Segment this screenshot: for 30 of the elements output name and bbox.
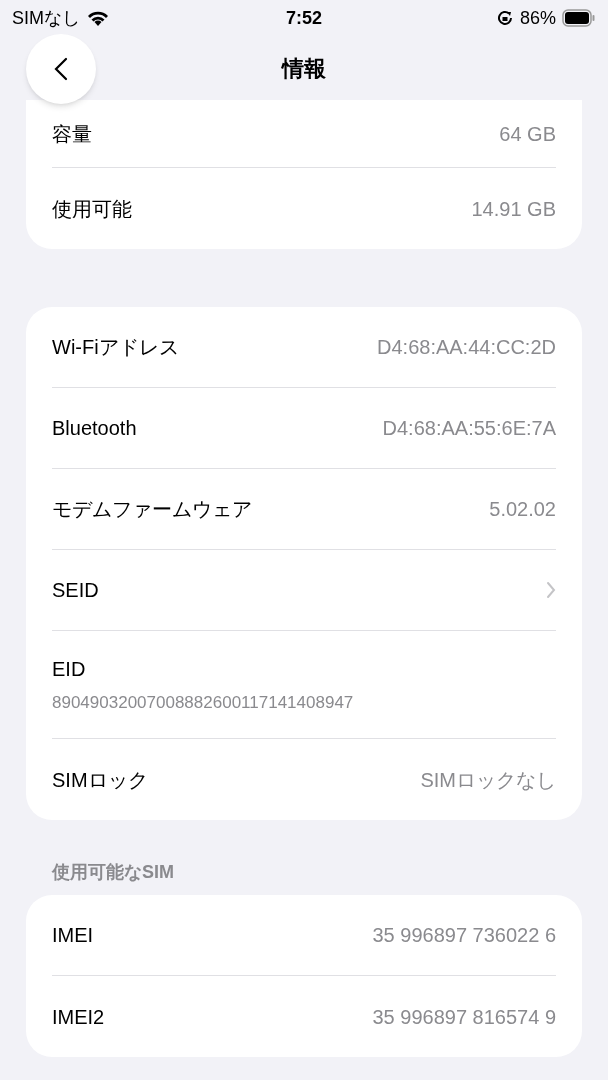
chevron-icon — [546, 581, 556, 599]
carrier-text: SIMなし — [12, 6, 80, 30]
row-label: EID — [52, 656, 87, 682]
back-icon — [54, 57, 68, 81]
row-label: Bluetooth — [52, 416, 137, 441]
row-value: 14.91 GB — [471, 196, 556, 222]
row-value: 35 996897 816574 9 — [372, 1004, 556, 1030]
row-label: IMEI — [52, 923, 94, 948]
rotation-lock-icon — [495, 9, 514, 27]
row-label: SIMロック — [52, 767, 148, 793]
clock-text: 7:52 — [286, 6, 322, 30]
row-label: モデムファームウェア — [52, 497, 252, 522]
page-title: 情報 — [282, 54, 326, 83]
row-label: 使用可能 — [52, 196, 132, 222]
back-button[interactable] — [26, 34, 96, 104]
wifi-icon — [86, 9, 110, 27]
battery-icon — [562, 9, 596, 27]
row-label: 容量 — [52, 121, 92, 147]
row-value: SIMロックなし — [420, 767, 556, 793]
row-value: 5.02.02 — [489, 497, 556, 522]
row-label: Wi-Fiアドレス — [52, 335, 179, 360]
row-value: 89049032007008882600117141408947 — [52, 691, 355, 714]
row-value: D4:68:AA:55:6E:7A — [382, 416, 556, 441]
battery-text: 86% — [519, 6, 556, 30]
row-value: 35 996897 736022 6 — [372, 923, 556, 948]
row-label: IMEI2 — [52, 1004, 105, 1030]
row-label[interactable]: SEID — [52, 575, 99, 605]
row-value: D4:68:AA:44:CC:2D — [377, 335, 556, 360]
row-value: 64 GB — [499, 121, 556, 147]
section-header: 使用可能なSIM — [52, 860, 174, 884]
